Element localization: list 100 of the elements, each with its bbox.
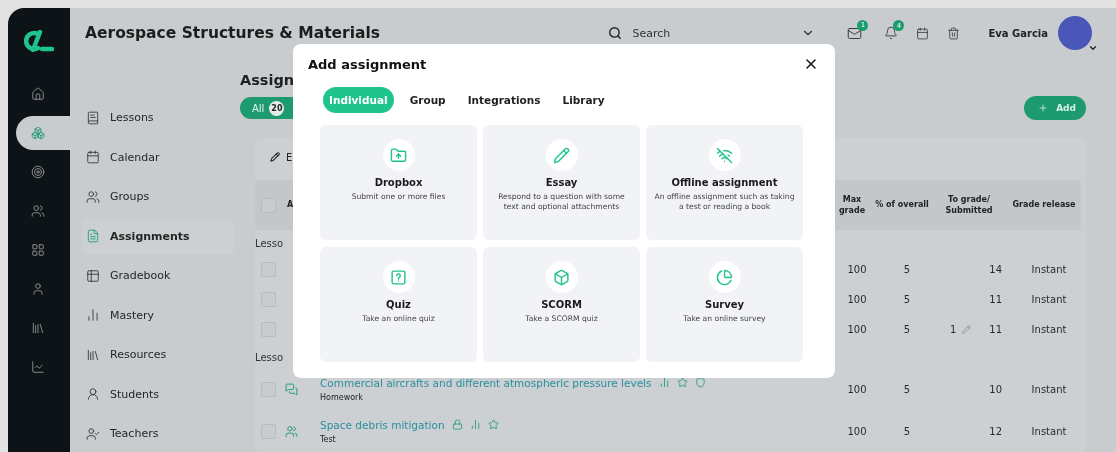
filter-label: All: [252, 102, 265, 114]
table-cell: 10: [989, 383, 1002, 395]
close-icon: [803, 56, 819, 72]
shield-icon: [694, 377, 706, 388]
bell-icon[interactable]: [884, 26, 899, 40]
avatar[interactable]: [1058, 16, 1092, 50]
user-check-icon: [86, 426, 100, 441]
nav-item[interactable]: Assignments: [82, 218, 235, 254]
tab[interactable]: Library: [556, 87, 611, 113]
page-title: Assign: [240, 72, 296, 88]
book-icon: [86, 110, 100, 125]
table-cell-text: Instant: [1030, 293, 1068, 305]
option-title: Essay: [545, 177, 578, 188]
calendar-icon[interactable]: [916, 26, 930, 40]
plus-icon: [1038, 103, 1049, 113]
table-cell-text: 5: [902, 263, 912, 275]
assignment-type: Test: [320, 434, 337, 444]
calendar-icon: [86, 150, 100, 165]
table-cell: 11: [989, 323, 1002, 335]
course-title: Aerospace Structures & Materials: [85, 24, 380, 42]
pencil-icon: [270, 152, 280, 162]
people-icon: [86, 189, 100, 204]
tab[interactable]: Group: [403, 87, 452, 113]
column-header: Grade release: [1011, 199, 1077, 211]
close-button[interactable]: [803, 56, 819, 72]
search-icon: [608, 26, 623, 40]
nav-item[interactable]: Groups: [82, 179, 235, 215]
table-cell-text: Instant: [1030, 383, 1068, 395]
logo: [24, 30, 54, 52]
home-icon: [31, 87, 45, 101]
grid-icon: [31, 243, 45, 257]
star-icon: [676, 377, 688, 388]
table-cell-text: Instant: [1030, 425, 1068, 437]
wifi-off-icon: [716, 146, 733, 164]
cube-icon: [553, 268, 570, 286]
books-icon: [31, 321, 45, 335]
dialog-title: Add assignment: [308, 56, 427, 72]
question-icon: [390, 268, 407, 286]
pencil-icon: [553, 146, 570, 164]
user-icon: [86, 387, 100, 402]
folder-upload-icon: [390, 146, 407, 164]
count-badge: 20: [269, 100, 285, 116]
column-header: To grade/ Submitted: [944, 193, 994, 217]
nav-item[interactable]: Lessons: [82, 100, 235, 136]
table-cell-text: 5: [902, 383, 912, 395]
document-icon: [86, 229, 100, 244]
rail-item[interactable]: [16, 116, 70, 150]
pencil-icon[interactable]: [962, 324, 972, 334]
bar-chart-icon: [86, 308, 100, 323]
user-icon: [31, 282, 45, 296]
column-header: Max grade: [837, 193, 867, 217]
lock-icon: [451, 419, 463, 430]
nav-item[interactable]: Teachers: [82, 416, 235, 452]
nav-item[interactable]: Gradebook: [82, 258, 235, 294]
cubes-icon: [31, 126, 45, 140]
tab[interactable]: Integrations: [461, 87, 547, 113]
table-cell-text: 100: [846, 425, 868, 437]
chat-bubbles-icon: [285, 382, 298, 396]
chevron-down-icon[interactable]: [1088, 43, 1098, 53]
table-cell-text: 100: [846, 383, 868, 395]
trash-icon[interactable]: [947, 26, 961, 40]
table-cell: 12: [989, 425, 1002, 437]
people-icon: [285, 424, 298, 438]
table-cell: 1: [949, 323, 957, 335]
option-title: Dropbox: [374, 177, 423, 188]
group-label: Lesso: [255, 350, 285, 365]
table-cell-text: 5: [902, 425, 912, 437]
target-icon: [31, 165, 45, 179]
nav-item[interactable]: Mastery: [82, 297, 235, 333]
people-icon: [31, 204, 45, 218]
books-icon: [86, 347, 100, 362]
pie-chart-icon: [716, 268, 733, 286]
assignment-type: Homework: [320, 392, 364, 402]
option-title: Survey: [704, 299, 745, 310]
column-header: A: [287, 199, 295, 211]
column-header: % of overall: [874, 199, 930, 211]
envelope-icon[interactable]: [847, 25, 863, 41]
table-icon: [86, 268, 100, 283]
table-cell: 11: [989, 293, 1002, 305]
option-title: Quiz: [386, 299, 411, 310]
table-cell-text: 5: [902, 293, 912, 305]
edit-button[interactable]: E: [270, 151, 293, 163]
nav-item[interactable]: Calendar: [82, 139, 235, 175]
bar-chart-icon: [469, 419, 481, 430]
line-chart-icon: [31, 360, 45, 374]
nav-item[interactable]: Resources: [82, 337, 235, 373]
table-cell-text: Instant: [1030, 323, 1068, 335]
user-name: Eva Garcia: [988, 27, 1048, 39]
star-icon: [487, 419, 499, 430]
table-cell: 14: [989, 263, 1002, 275]
search-field[interactable]: Search: [630, 25, 755, 41]
group-label: Lesso: [255, 236, 285, 251]
table-cell-text: 100: [846, 323, 868, 335]
table-cell-text: 5: [902, 323, 912, 335]
table-cell-text: 100: [846, 263, 868, 275]
option-title: SCORM: [541, 299, 582, 310]
bar-chart-icon: [658, 377, 670, 388]
table-cell-text: 100: [846, 293, 868, 305]
option-title: Offline assignment: [671, 177, 778, 188]
nav-item[interactable]: Students: [82, 376, 235, 412]
